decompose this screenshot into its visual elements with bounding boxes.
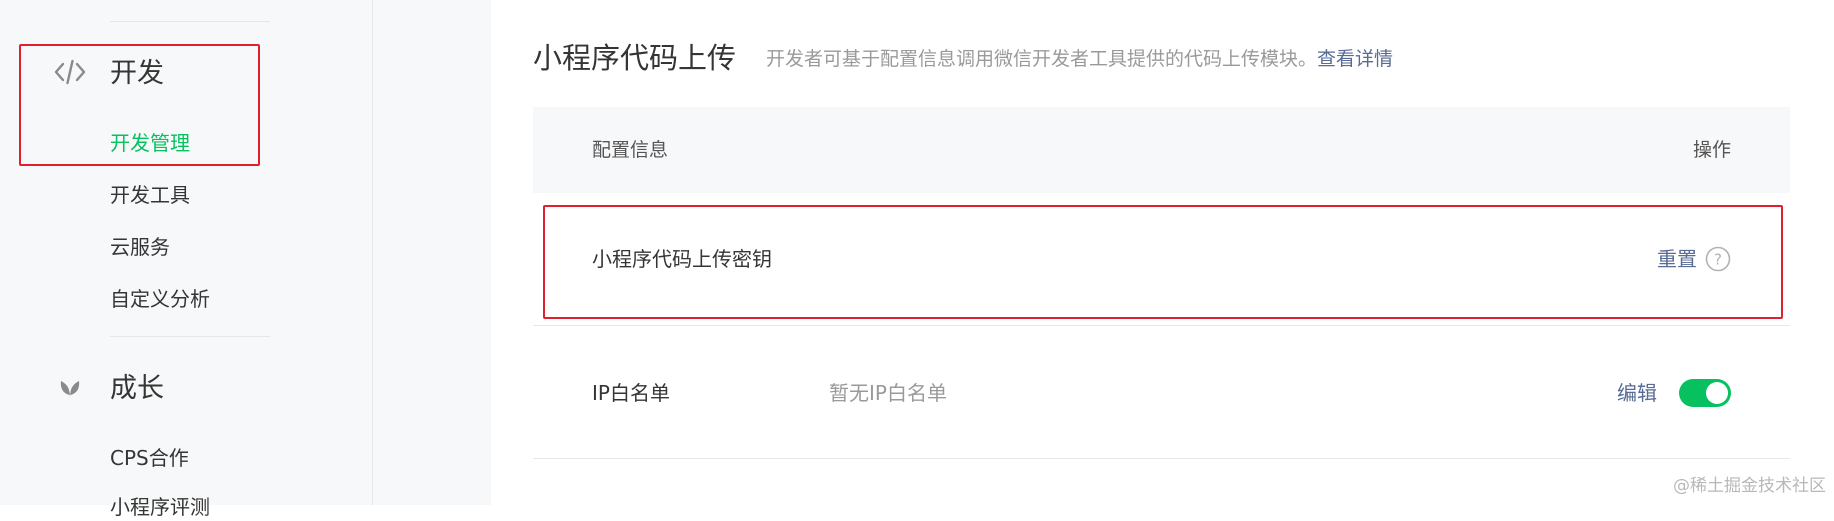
ip-whitelist-toggle[interactable] [1679, 379, 1731, 407]
section-title-growth: 成长 [110, 373, 164, 404]
sprout-icon [52, 370, 88, 406]
sidebar-item-cloud-service[interactable]: 云服务 [110, 233, 170, 261]
row-label-ip-whitelist: IP白名单 [592, 381, 670, 405]
table-row-ip-whitelist: IP白名单 暂无IP白名单 编辑 [533, 326, 1790, 459]
watermark: @稀土掘金技术社区 [1673, 476, 1826, 496]
view-details-link[interactable]: 查看详情 [1317, 48, 1393, 70]
column-header-config: 配置信息 [592, 139, 669, 161]
table-header: 配置信息 操作 [533, 107, 1790, 193]
edit-button[interactable]: 编辑 [1617, 379, 1657, 407]
sidebar: 开发 开发管理 开发工具 云服务 自定义分析 成长 CPS合作 小程序评测 [0, 0, 373, 519]
sidebar-divider [110, 336, 270, 337]
page-description-text: 开发者可基于配置信息调用微信开发者工具提供的代码上传模块。 [766, 48, 1318, 70]
page-title: 小程序代码上传 [533, 41, 737, 75]
column-header-ops: 操作 [1692, 139, 1731, 161]
sidebar-item-cps[interactable]: CPS合作 [110, 444, 189, 472]
highlight-box-sidebar [19, 44, 260, 166]
sidebar-item-dev-tools[interactable]: 开发工具 [110, 181, 190, 209]
content-gutter [373, 0, 491, 505]
toggle-knob [1706, 382, 1728, 404]
highlight-box-upload-key-row [543, 205, 1783, 319]
sidebar-item-custom-analysis[interactable]: 自定义分析 [110, 285, 210, 313]
page-description: 开发者可基于配置信息调用微信开发者工具提供的代码上传模块。查看详情 [766, 46, 1393, 72]
row-actions-ip-whitelist: 编辑 [1617, 379, 1731, 407]
sidebar-item-mini-program-review[interactable]: 小程序评测 [110, 493, 210, 521]
sidebar-divider [110, 21, 270, 22]
row-value-ip-whitelist: 暂无IP白名单 [829, 381, 947, 405]
